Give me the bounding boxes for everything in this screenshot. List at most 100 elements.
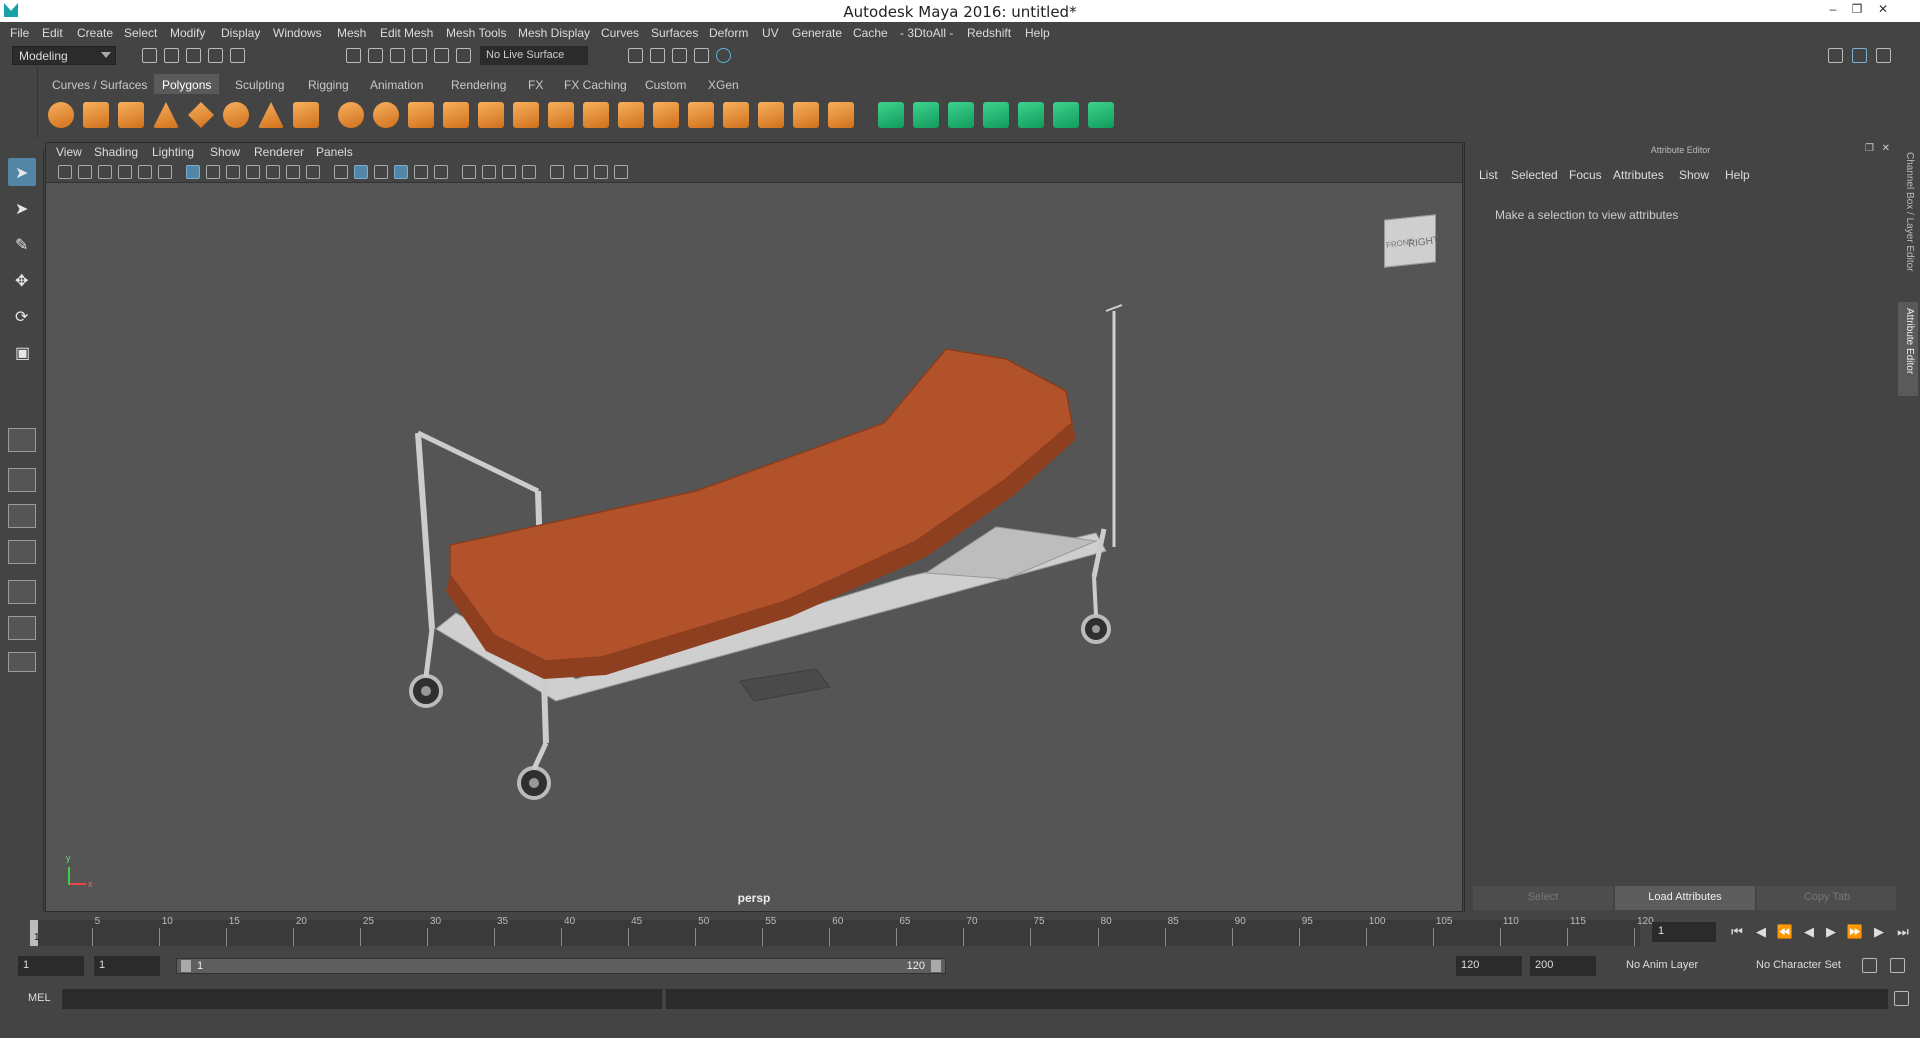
tab-attribute-editor[interactable]: Attribute Editor — [1898, 302, 1918, 396]
select-tool-icon[interactable]: ➤ — [8, 158, 36, 186]
multi-cut-icon[interactable] — [548, 102, 574, 128]
bridge-icon[interactable] — [618, 102, 644, 128]
panel-menu-shading[interactable]: Shading — [94, 145, 138, 159]
poly-plane-icon[interactable] — [188, 102, 214, 128]
start-time-field[interactable]: 1 — [18, 956, 84, 976]
menu-redshift[interactable]: Redshift — [967, 26, 1011, 40]
tab-rigging[interactable]: Rigging — [300, 74, 357, 94]
merge-icon[interactable] — [828, 102, 854, 128]
xray-icon[interactable] — [414, 165, 428, 179]
menu-edit[interactable]: Edit — [42, 26, 63, 40]
2d-pan-zoom-icon[interactable] — [138, 165, 152, 179]
two-pane-layout-icon[interactable] — [8, 504, 36, 528]
anim-layer-dropdown[interactable]: No Anim Layer — [1620, 956, 1738, 976]
select-camera-icon[interactable] — [58, 165, 72, 179]
tab-fx-caching[interactable]: FX Caching — [556, 74, 635, 94]
uv-unfold-icon[interactable] — [1018, 102, 1044, 128]
grid-toggle-icon[interactable] — [186, 165, 200, 179]
separate-icon[interactable] — [373, 102, 399, 128]
append-polygon-icon[interactable] — [723, 102, 749, 128]
motion-blur-icon[interactable] — [502, 165, 516, 179]
tab-curves-surfaces[interactable]: Curves / Surfaces — [44, 74, 155, 94]
poly-torus-icon[interactable] — [223, 102, 249, 128]
wireframe-icon[interactable] — [334, 165, 348, 179]
close-panel-icon[interactable]: ✕ — [1882, 143, 1890, 154]
xray-active-icon[interactable] — [594, 165, 608, 179]
bookmark-icon[interactable] — [98, 165, 112, 179]
hypershade-icon[interactable] — [716, 48, 731, 63]
select-button[interactable]: Select — [1473, 886, 1613, 910]
ae-menu-focus[interactable]: Focus — [1569, 168, 1602, 182]
animation-preferences-icon[interactable] — [1890, 958, 1905, 973]
range-slider[interactable]: 1 120 — [176, 958, 946, 974]
menu-deform[interactable]: Deform — [709, 26, 748, 40]
poly-cone-icon[interactable] — [153, 102, 179, 128]
outliner-layout-icon[interactable] — [8, 616, 36, 640]
new-scene-icon[interactable] — [142, 48, 157, 63]
step-back-key-icon[interactable]: ⏪ — [1776, 924, 1794, 940]
attribute-editor-toggle-icon[interactable] — [1852, 48, 1867, 63]
anim-start-field[interactable]: 1 — [94, 956, 160, 976]
scale-tool-icon[interactable]: ▣ — [8, 338, 36, 366]
smooth-icon[interactable] — [443, 102, 469, 128]
shadows-icon[interactable] — [462, 165, 476, 179]
paint-select-tool-icon[interactable]: ✎ — [8, 230, 36, 258]
poly-cylinder-icon[interactable] — [118, 102, 144, 128]
default-material-icon[interactable] — [374, 165, 388, 179]
tab-fx[interactable]: FX — [520, 74, 551, 94]
tab-animation[interactable]: Animation — [362, 74, 431, 94]
wireframe-on-shaded-icon[interactable] — [394, 165, 408, 179]
minimize-button[interactable]: – — [1822, 2, 1844, 18]
snap-grid-icon[interactable] — [412, 48, 427, 63]
use-all-lights-icon[interactable] — [434, 165, 448, 179]
ae-menu-help[interactable]: Help — [1725, 168, 1750, 182]
menu-curves[interactable]: Curves — [601, 26, 639, 40]
undo-icon[interactable] — [208, 48, 223, 63]
poly-sphere-icon[interactable] — [48, 102, 74, 128]
grease-pencil-icon[interactable] — [158, 165, 172, 179]
combine-icon[interactable] — [338, 102, 364, 128]
poly-pyramid-icon[interactable] — [258, 102, 284, 128]
ambient-occlusion-icon[interactable] — [482, 165, 496, 179]
panel-menu-lighting[interactable]: Lighting — [152, 145, 194, 159]
anim-end-field[interactable]: 200 — [1530, 956, 1596, 976]
maximize-button[interactable]: ❐ — [1846, 2, 1868, 18]
menu-surfaces[interactable]: Surfaces — [651, 26, 698, 40]
panel-menu-renderer[interactable]: Renderer — [254, 145, 304, 159]
step-forward-key-icon[interactable]: ⏩ — [1846, 924, 1864, 940]
tab-polygons[interactable]: Polygons — [154, 74, 220, 94]
ae-menu-attributes[interactable]: Attributes — [1613, 168, 1664, 182]
go-to-end-icon[interactable]: ⏭ — [1894, 924, 1912, 940]
modeling-toolkit-icon[interactable] — [1828, 48, 1843, 63]
camera-attributes-icon[interactable] — [78, 165, 92, 179]
menu-modify[interactable]: Modify — [170, 26, 205, 40]
lasso-tool-icon[interactable]: ➤ — [8, 194, 36, 222]
play-forward-icon[interactable]: ▶ — [1822, 924, 1840, 940]
copy-tab-button[interactable]: Copy Tab — [1757, 886, 1897, 910]
menu-help[interactable]: Help — [1025, 26, 1050, 40]
uv-layout-icon[interactable] — [1053, 102, 1079, 128]
film-gate-icon[interactable] — [206, 165, 220, 179]
range-slider-left-handle[interactable] — [181, 960, 191, 972]
extrude-icon[interactable] — [583, 102, 609, 128]
menu-file[interactable]: File — [10, 26, 29, 40]
render-settings-icon[interactable] — [694, 48, 709, 63]
tab-sculpting[interactable]: Sculpting — [227, 74, 292, 94]
mode-dropdown[interactable]: Modeling — [12, 46, 116, 65]
smooth-shade-icon[interactable] — [354, 165, 368, 179]
hospital-bed-model[interactable] — [46, 183, 1462, 911]
menu-mesh[interactable]: Mesh — [337, 26, 366, 40]
isolate-select-icon[interactable] — [550, 165, 564, 179]
select-object-icon[interactable] — [368, 48, 383, 63]
ipr-render-icon[interactable] — [672, 48, 687, 63]
view-cube[interactable]: RIGHT FRONT — [1378, 205, 1442, 269]
script-editor-icon[interactable] — [1894, 991, 1909, 1006]
character-set-dropdown[interactable]: No Character Set — [1750, 956, 1870, 976]
tab-xgen[interactable]: XGen — [700, 74, 747, 94]
close-button[interactable]: ✕ — [1872, 2, 1894, 18]
target-weld-icon[interactable] — [793, 102, 819, 128]
select-hierarchy-icon[interactable] — [346, 48, 361, 63]
planar-mapping-icon[interactable] — [878, 102, 904, 128]
current-frame-field[interactable]: 1 — [1652, 922, 1716, 942]
viewport-2-icon[interactable] — [614, 165, 628, 179]
